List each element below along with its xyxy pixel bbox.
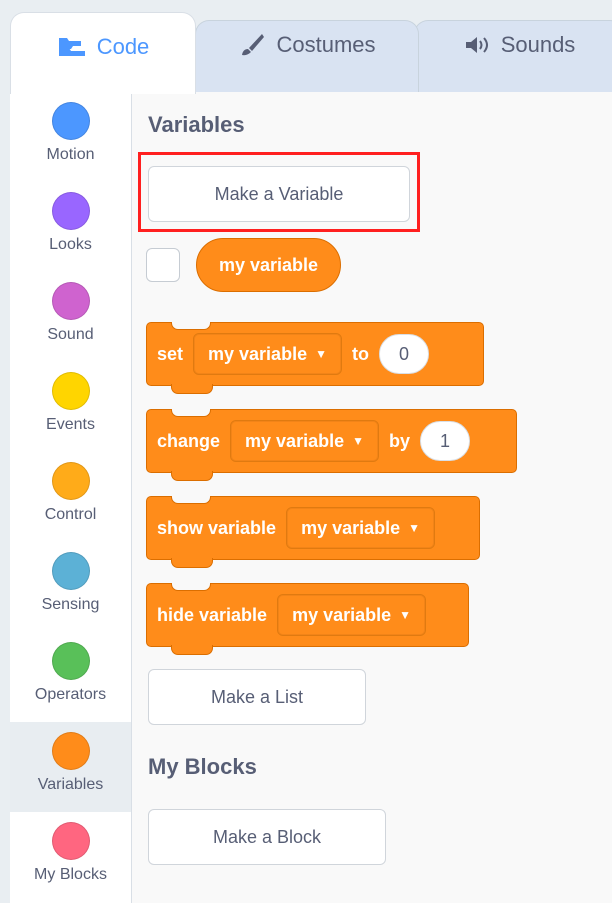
tab-costumes[interactable]: Costumes [195, 20, 419, 92]
make-variable-highlight [138, 152, 420, 232]
variable-dropdown[interactable]: my variable ▼ [193, 333, 342, 375]
category-menu: Motion Looks Sound Events Control Sensin… [10, 92, 132, 903]
my-blocks-color-dot [51, 822, 90, 860]
category-label: Events [46, 416, 95, 433]
looks-color-dot [51, 192, 90, 230]
change-label: change [157, 430, 221, 451]
show-variable-label: show variable [157, 517, 277, 538]
category-label: Sensing [41, 596, 100, 613]
tab-code-label: Code [96, 33, 150, 59]
value-input[interactable]: 0 [378, 334, 429, 374]
category-label: Control [44, 506, 97, 523]
chevron-down-icon: ▼ [408, 521, 421, 535]
tab-costumes-label: Costumes [276, 31, 376, 57]
block-notch [171, 322, 211, 330]
make-block-button[interactable]: Make a Block [148, 809, 386, 865]
category-events[interactable]: Events [10, 362, 131, 452]
sensing-color-dot [51, 552, 90, 590]
category-sound[interactable]: Sound [10, 272, 131, 362]
variable-dropdown[interactable]: my variable ▼ [230, 420, 379, 462]
sound-color-dot [51, 282, 90, 320]
variable-dropdown[interactable]: my variable ▼ [277, 594, 427, 636]
dropdown-value: my variable [208, 343, 308, 364]
category-label: Operators [34, 686, 107, 703]
category-label: Motion [46, 146, 95, 163]
my-blocks-heading: My Blocks [148, 754, 257, 779]
variables-color-dot [51, 732, 90, 770]
block-notch [171, 409, 211, 417]
tab-code[interactable]: Code [10, 12, 196, 94]
category-label: My Blocks [34, 866, 107, 883]
change-variable-block[interactable]: change my variable ▼ by 1 [146, 409, 517, 481]
category-operators[interactable]: Operators [10, 632, 131, 722]
brush-icon [238, 31, 266, 59]
block-notch [171, 583, 211, 591]
motion-color-dot [51, 102, 90, 140]
to-label: to [351, 343, 369, 364]
code-icon [57, 36, 87, 58]
show-variable-block[interactable]: show variable my variable ▼ [146, 496, 480, 568]
category-sensing[interactable]: Sensing [10, 542, 131, 632]
editor-tabs: Sounds Costumes Code [0, 0, 612, 94]
category-control[interactable]: Control [10, 452, 131, 542]
set-variable-block[interactable]: set my variable ▼ to 0 [146, 322, 484, 394]
tab-sounds[interactable]: Sounds [414, 20, 612, 92]
category-label: Variables [37, 776, 104, 793]
category-looks[interactable]: Looks [10, 182, 131, 272]
make-list-button[interactable]: Make a List [148, 669, 366, 725]
category-motion[interactable]: Motion [10, 92, 131, 182]
my-variable-reporter[interactable]: my variable [196, 238, 341, 292]
value-input[interactable]: 1 [420, 421, 470, 461]
chevron-down-icon: ▼ [399, 608, 412, 622]
category-label: Looks [49, 236, 92, 253]
by-label: by [388, 430, 410, 451]
variable-dropdown[interactable]: my variable ▼ [286, 507, 436, 549]
block-notch [171, 496, 211, 504]
chevron-down-icon: ▼ [352, 434, 364, 448]
category-my-blocks[interactable]: My Blocks [10, 812, 131, 902]
category-label: Sound [47, 326, 94, 343]
speaker-icon [463, 35, 491, 55]
hide-variable-block[interactable]: hide variable my variable ▼ [146, 583, 469, 655]
dropdown-value: my variable [245, 430, 345, 451]
events-color-dot [51, 372, 90, 410]
category-variables[interactable]: Variables [10, 722, 131, 812]
variables-heading: Variables [148, 112, 245, 137]
tab-sounds-label: Sounds [500, 31, 576, 57]
operators-color-dot [51, 642, 90, 680]
variable-monitor-checkbox[interactable] [146, 248, 180, 282]
dropdown-value: my variable [292, 604, 392, 625]
chevron-down-icon: ▼ [315, 347, 327, 361]
set-label: set [157, 343, 184, 364]
hide-variable-label: hide variable [157, 604, 268, 625]
dropdown-value: my variable [301, 517, 401, 538]
control-color-dot [51, 462, 90, 500]
